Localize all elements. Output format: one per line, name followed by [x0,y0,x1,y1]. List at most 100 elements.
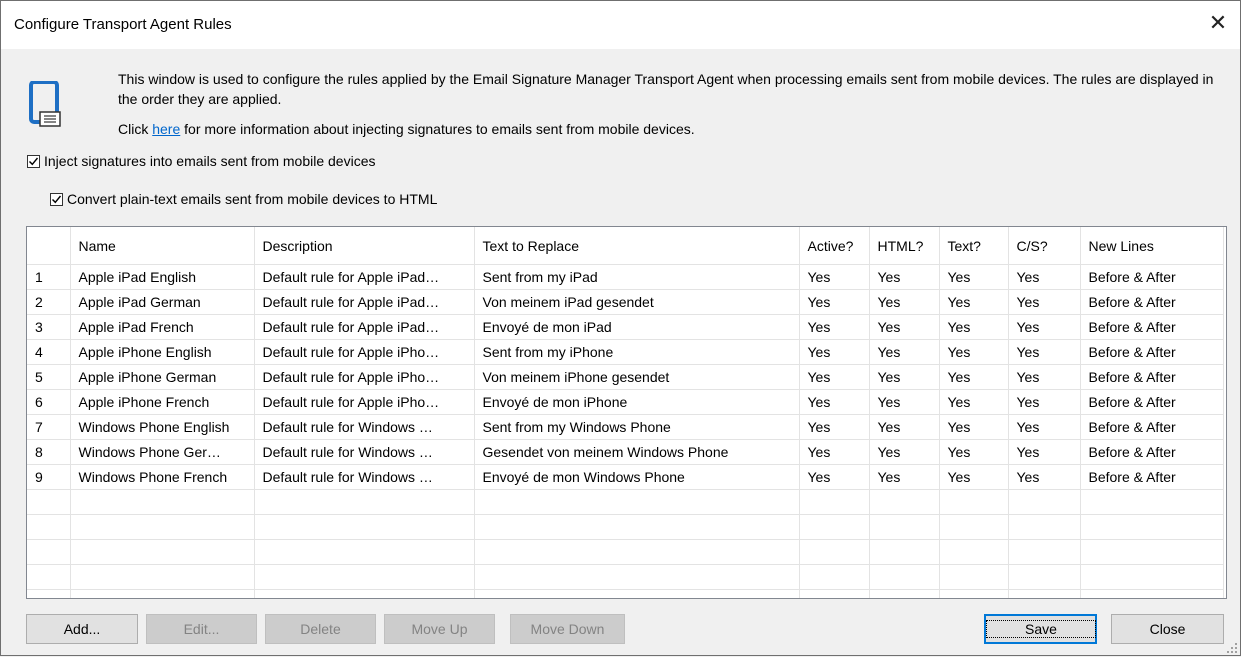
empty-cell [939,514,1009,540]
table-row[interactable]: 5 Apple iPhone German Default rule for App… [27,364,1224,390]
empty-cell [27,564,71,590]
empty-cell [474,514,800,540]
cell-index: 4 [27,339,71,365]
table-row[interactable]: 8 Windows Phone Ger… Default rule for Wind… [27,439,1224,465]
cell-active: Yes [799,389,870,415]
table-row[interactable]: 6 Apple iPhone French Default rule for App… [27,389,1224,415]
column-header-text[interactable]: Text? [939,227,1009,265]
empty-cell [1080,589,1224,598]
cell-text: Yes [939,414,1009,440]
cell-active: Yes [799,439,870,465]
cell-html: Yes [869,364,940,390]
column-header-html[interactable]: HTML? [869,227,940,265]
cell-description: Default rule for Apple iPad… [254,264,475,290]
convert-plaintext-checkbox[interactable] [50,192,63,206]
empty-cell [254,489,475,515]
cell-active: Yes [799,289,870,315]
cell-text: Yes [939,439,1009,465]
cell-text: Yes [939,264,1009,290]
cell-text: Yes [939,314,1009,340]
empty-cell [27,489,71,515]
table-row[interactable]: 7 Windows Phone English Default rule for W… [27,414,1224,440]
table-row[interactable]: 9 Windows Phone French Default rule for Wi… [27,464,1224,490]
empty-cell [939,489,1009,515]
cell-description: Default rule for Windows … [254,464,475,490]
empty-cell [474,589,800,598]
cell-text: Yes [939,364,1009,390]
help-prefix: Click [118,121,153,137]
table-row[interactable]: 2 Apple iPad German Default rule for Apple… [27,289,1224,315]
empty-cell [474,539,800,565]
cell-html: Yes [869,339,940,365]
rules-table[interactable]: Name Description Text to Replace Active?… [26,226,1227,599]
help-link[interactable]: here [152,121,180,137]
cell-description: Default rule for Apple iPho… [254,364,475,390]
cell-name: Apple iPad German [70,289,255,315]
empty-cell [939,539,1009,565]
empty-cell [939,564,1009,590]
cell-text-to-replace: Von meinem iPhone gesendet [474,364,800,390]
empty-cell [799,564,870,590]
cell-index: 9 [27,464,71,490]
empty-cell [1080,564,1224,590]
edit-button[interactable]: Edit... [146,614,257,644]
column-header-name[interactable]: Name [70,227,255,265]
save-button[interactable]: Save [984,614,1097,644]
cell-index: 6 [27,389,71,415]
cell-new-lines: Before & After [1080,414,1224,440]
table-row[interactable]: 4 Apple iPhone English Default rule for Ap… [27,339,1224,365]
cell-name: Windows Phone Ger… [70,439,255,465]
convert-plaintext-label: Convert plain-text emails sent from mobi… [67,191,438,207]
cell-case-sensitive: Yes [1008,314,1081,340]
help-line: Click here for more information about in… [118,121,695,137]
cell-text-to-replace: Gesendet von meinem Windows Phone [474,439,800,465]
inject-signatures-checkbox[interactable] [27,154,40,168]
cell-text-to-replace: Von meinem iPad gesendet [474,289,800,315]
table-row[interactable]: 1 Apple iPad English Default rule for Appl… [27,264,1224,290]
cell-active: Yes [799,414,870,440]
empty-cell [70,589,255,598]
empty-row [27,539,1224,565]
cell-index: 7 [27,414,71,440]
add-button[interactable]: Add... [26,614,138,644]
empty-cell [869,589,940,598]
cell-html: Yes [869,439,940,465]
empty-cell [869,489,940,515]
cell-html: Yes [869,314,940,340]
cell-description: Default rule for Apple iPad… [254,289,475,315]
column-header-case-sensitive[interactable]: C/S? [1008,227,1081,265]
move-down-button[interactable]: Move Down [510,614,625,644]
column-header-active[interactable]: Active? [799,227,870,265]
cell-new-lines: Before & After [1080,289,1224,315]
empty-row [27,489,1224,515]
cell-html: Yes [869,414,940,440]
close-button[interactable]: Close [1111,614,1224,644]
column-header-index[interactable] [27,227,71,265]
column-header-description[interactable]: Description [254,227,475,265]
empty-cell [1008,539,1081,565]
empty-row [27,564,1224,590]
resize-grip-icon[interactable] [1226,641,1238,653]
close-icon[interactable]: ✕ [1206,11,1230,35]
mobile-device-icon [27,80,73,127]
column-header-text-to-replace[interactable]: Text to Replace [474,227,800,265]
column-header-new-lines[interactable]: New Lines [1080,227,1224,265]
cell-name: Apple iPhone French [70,389,255,415]
cell-index: 2 [27,289,71,315]
empty-cell [27,589,71,598]
cell-text-to-replace: Envoyé de mon Windows Phone [474,464,800,490]
delete-button[interactable]: Delete [265,614,376,644]
cell-new-lines: Before & After [1080,389,1224,415]
cell-index: 8 [27,439,71,465]
empty-cell [70,514,255,540]
cell-case-sensitive: Yes [1008,289,1081,315]
empty-cell [70,489,255,515]
inject-signatures-option[interactable]: Inject signatures into emails sent from … [27,153,375,169]
empty-cell [70,539,255,565]
table-row[interactable]: 3 Apple iPad French Default rule for Apple… [27,314,1224,340]
table-header: Name Description Text to Replace Active?… [27,227,1224,265]
convert-plaintext-option[interactable]: Convert plain-text emails sent from mobi… [50,191,437,207]
move-up-button[interactable]: Move Up [384,614,495,644]
empty-row [27,514,1224,540]
cell-description: Default rule for Apple iPho… [254,339,475,365]
